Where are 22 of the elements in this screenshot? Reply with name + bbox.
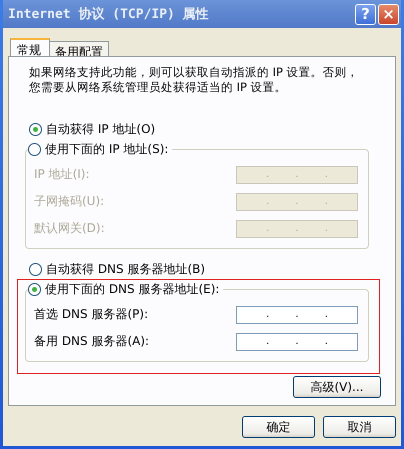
radio-button[interactable] bbox=[29, 122, 42, 136]
field-label: 默认网关(D): bbox=[34, 220, 105, 237]
radio-button[interactable] bbox=[28, 142, 41, 156]
radio-button[interactable] bbox=[29, 262, 42, 276]
advanced-button[interactable]: 高级(V)... bbox=[293, 376, 381, 398]
ok-button[interactable]: 确定 bbox=[242, 416, 315, 438]
field-label: 子网掩码(U): bbox=[34, 193, 104, 210]
radio-label[interactable]: 使用下面的 IP 地址(S): bbox=[45, 140, 168, 158]
description-text: 您需要从网络系统管理员处获得适当的 IP 设置。 bbox=[29, 80, 287, 95]
radio-label[interactable]: 使用下面的 DNS 服务器地址(E): bbox=[45, 280, 220, 298]
ip-input-field[interactable]: . . . bbox=[236, 306, 358, 324]
description-text: 如果网络支持此功能，则可以获取自动指派的 IP 设置。否则， bbox=[29, 65, 359, 80]
ip-input-field[interactable]: . . . bbox=[236, 332, 358, 350]
cancel-button[interactable]: 取消 bbox=[323, 416, 396, 438]
window-title: Internet 协议 (TCP/IP) 属性 bbox=[8, 6, 210, 23]
radio-button[interactable] bbox=[28, 282, 41, 296]
radio-label[interactable]: 自动获得 DNS 服务器地址(B) bbox=[46, 260, 206, 278]
tab[interactable]: 常规 bbox=[10, 38, 50, 56]
field-label: IP 地址(I): bbox=[34, 166, 90, 183]
field-label: 首选 DNS 服务器(P): bbox=[34, 306, 148, 323]
radio-label[interactable]: 自动获得 IP 地址(O) bbox=[46, 120, 156, 138]
field-label: 备用 DNS 服务器(A): bbox=[34, 333, 150, 350]
